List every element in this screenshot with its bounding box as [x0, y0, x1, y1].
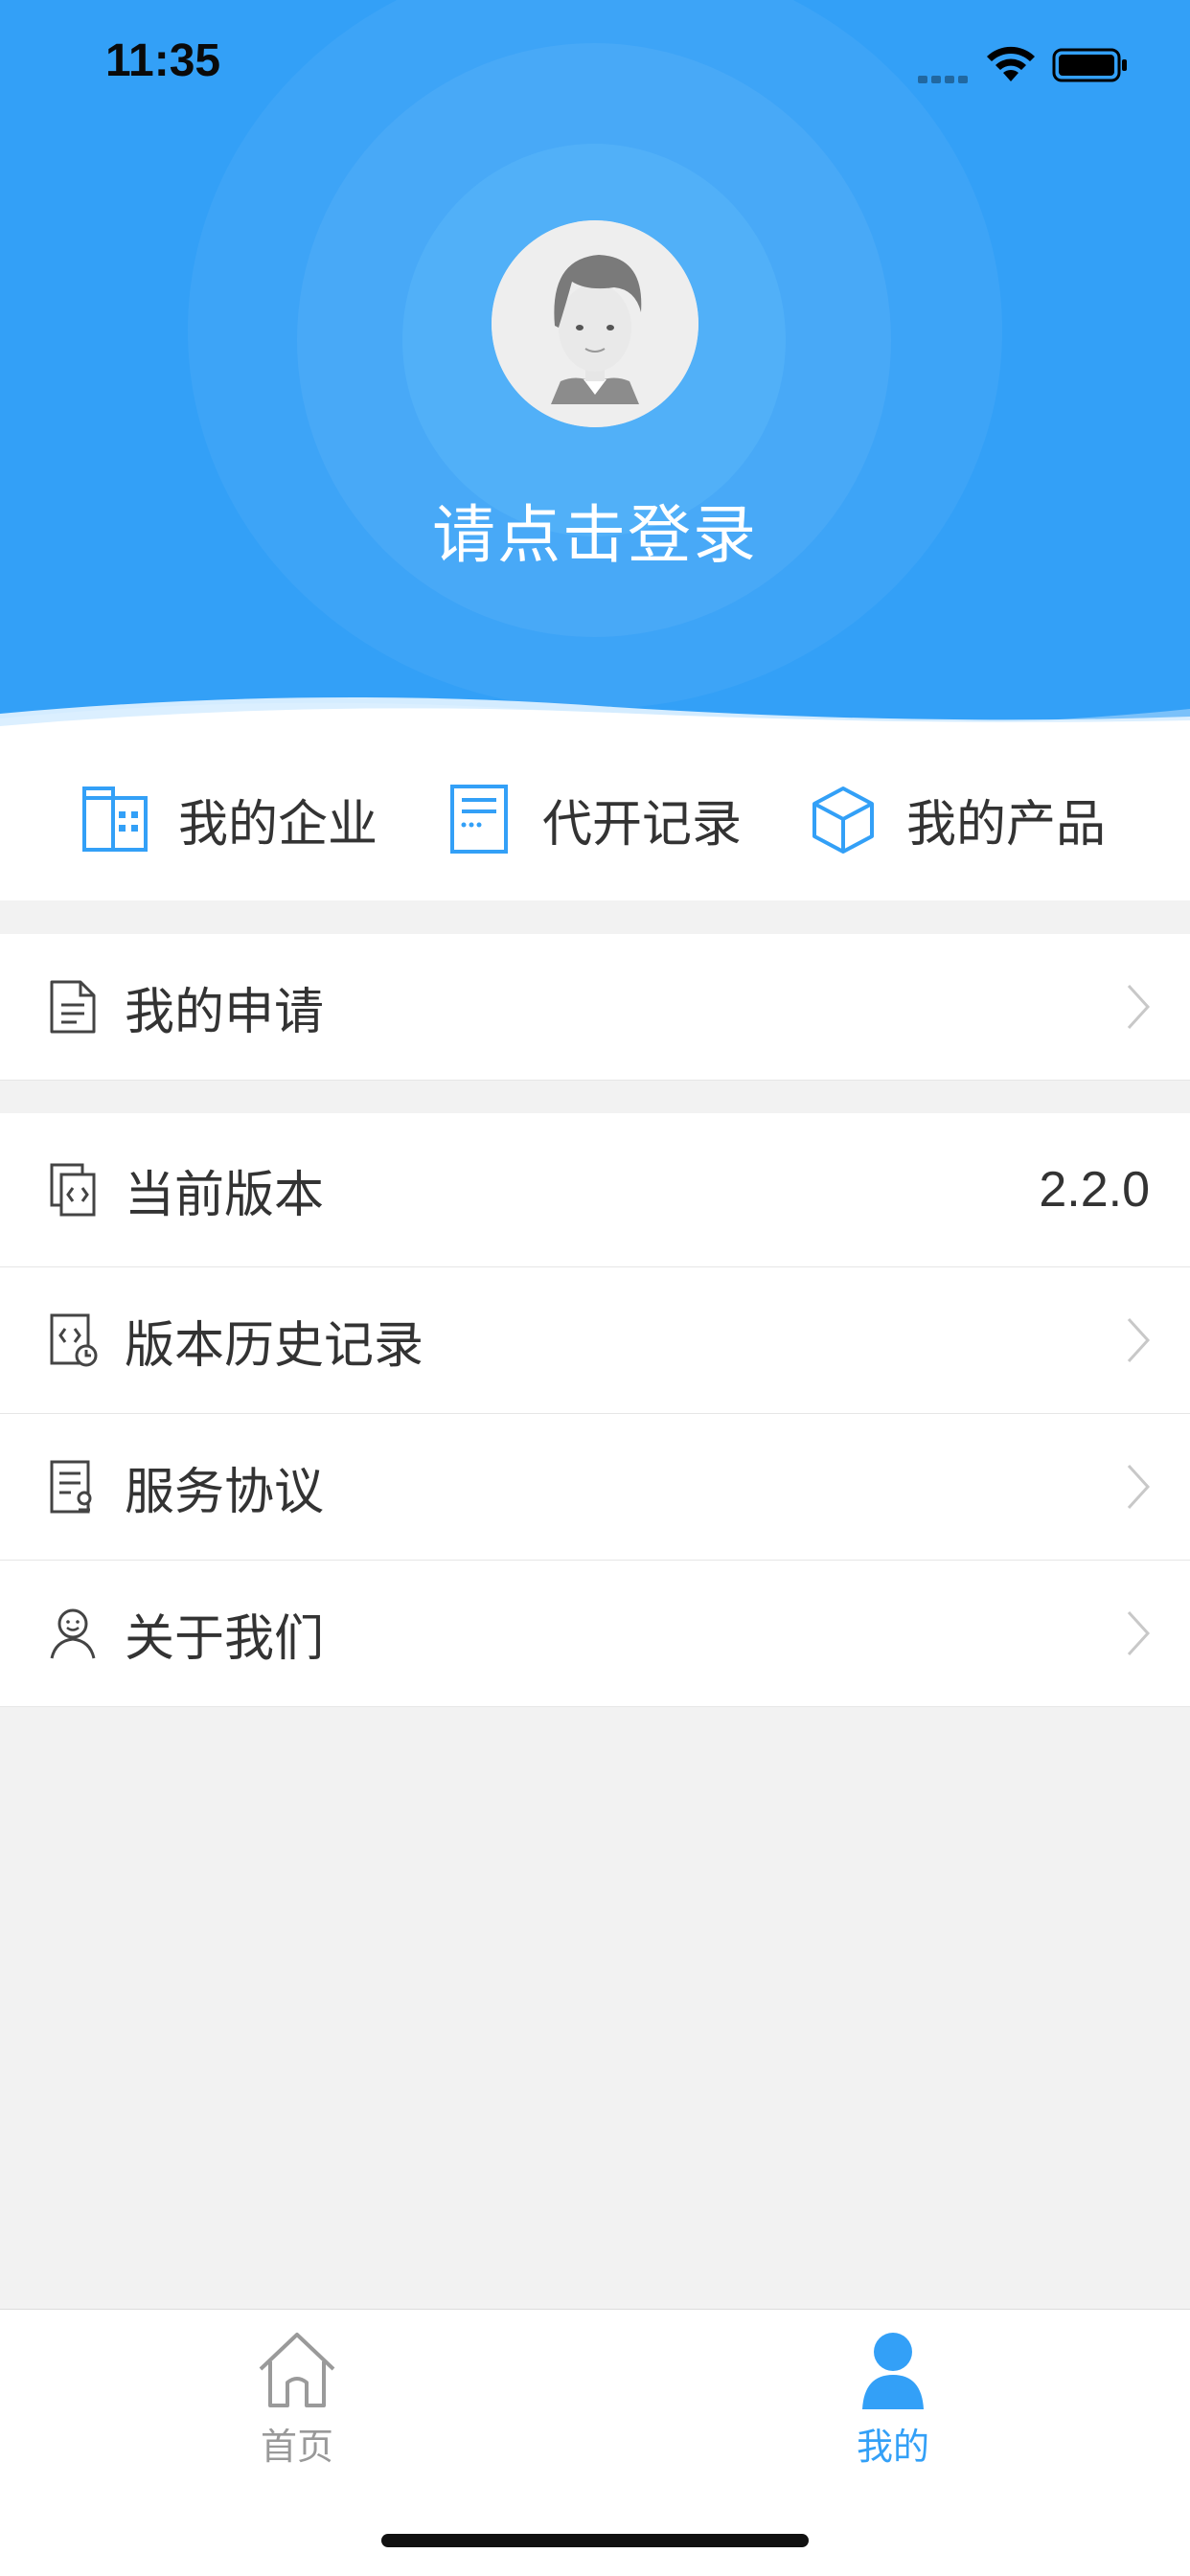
- tab-home[interactable]: 首页: [201, 2319, 393, 2470]
- menu-item-my-applications[interactable]: 我的申请: [0, 934, 1190, 1081]
- menu-item-about-us[interactable]: 关于我们: [0, 1561, 1190, 1707]
- person-icon: [862, 2333, 924, 2409]
- quick-actions: 我的企业 代开记录 我的产品: [0, 738, 1190, 900]
- menu-item-label: 我的申请: [125, 983, 325, 1041]
- menu-section-info: 当前版本 2.2.0 版本历史记录 服务协议 关于我们: [0, 1113, 1190, 1707]
- menu-item-label: 当前版本: [125, 1166, 325, 1224]
- chevron-right-icon: [1127, 1317, 1151, 1363]
- status-time: 11:35: [105, 35, 221, 86]
- building-icon: [82, 786, 148, 852]
- login-prompt[interactable]: 请点击登录: [0, 484, 1190, 576]
- home-indicator: [381, 2534, 809, 2547]
- cube-icon: [812, 786, 874, 854]
- chevron-right-icon: [1127, 984, 1151, 1030]
- profile-header: 11:35 请点击登录: [0, 0, 1190, 757]
- tab-mine-label: 我的: [856, 2426, 929, 2468]
- menu-item-current-version: 当前版本 2.2.0: [0, 1113, 1190, 1267]
- history-file-icon: [50, 1313, 98, 1367]
- chevron-right-icon: [1127, 1610, 1151, 1656]
- menu-section-applications: 我的申请: [0, 934, 1190, 1081]
- wifi-icon: [987, 46, 1035, 81]
- document-icon: [50, 980, 96, 1034]
- status-bar: 11:35: [0, 0, 1190, 134]
- menu-item-service-agreement[interactable]: 服务协议: [0, 1414, 1190, 1561]
- quick-label: 代开记录: [542, 795, 743, 854]
- tab-mine[interactable]: 我的: [797, 2319, 989, 2470]
- menu-item-label: 服务协议: [125, 1463, 325, 1521]
- tab-home-label: 首页: [260, 2426, 333, 2468]
- battery-icon: [1052, 48, 1127, 82]
- quick-label: 我的企业: [178, 795, 378, 854]
- menu-item-label: 版本历史记录: [125, 1316, 424, 1375]
- smile-person-icon: [50, 1608, 96, 1659]
- user-avatar-icon: [492, 220, 698, 427]
- menu-item-label: 关于我们: [125, 1609, 325, 1668]
- quick-label: 我的产品: [906, 795, 1107, 854]
- chevron-right-icon: [1127, 1464, 1151, 1510]
- avatar[interactable]: [492, 220, 698, 427]
- home-icon: [259, 2333, 335, 2407]
- quick-my-products[interactable]: 我的产品: [809, 738, 1106, 900]
- invoice-record-icon: [450, 785, 508, 854]
- version-value: 2.2.0: [1039, 1162, 1150, 1218]
- code-file-icon: [50, 1163, 96, 1217]
- cellular-signal-icon: [918, 69, 973, 83]
- agreement-icon: [50, 1460, 92, 1514]
- quick-my-enterprise[interactable]: 我的企业: [80, 738, 378, 900]
- quick-invoice-records[interactable]: 代开记录: [445, 738, 742, 900]
- menu-item-version-history[interactable]: 版本历史记录: [0, 1267, 1190, 1414]
